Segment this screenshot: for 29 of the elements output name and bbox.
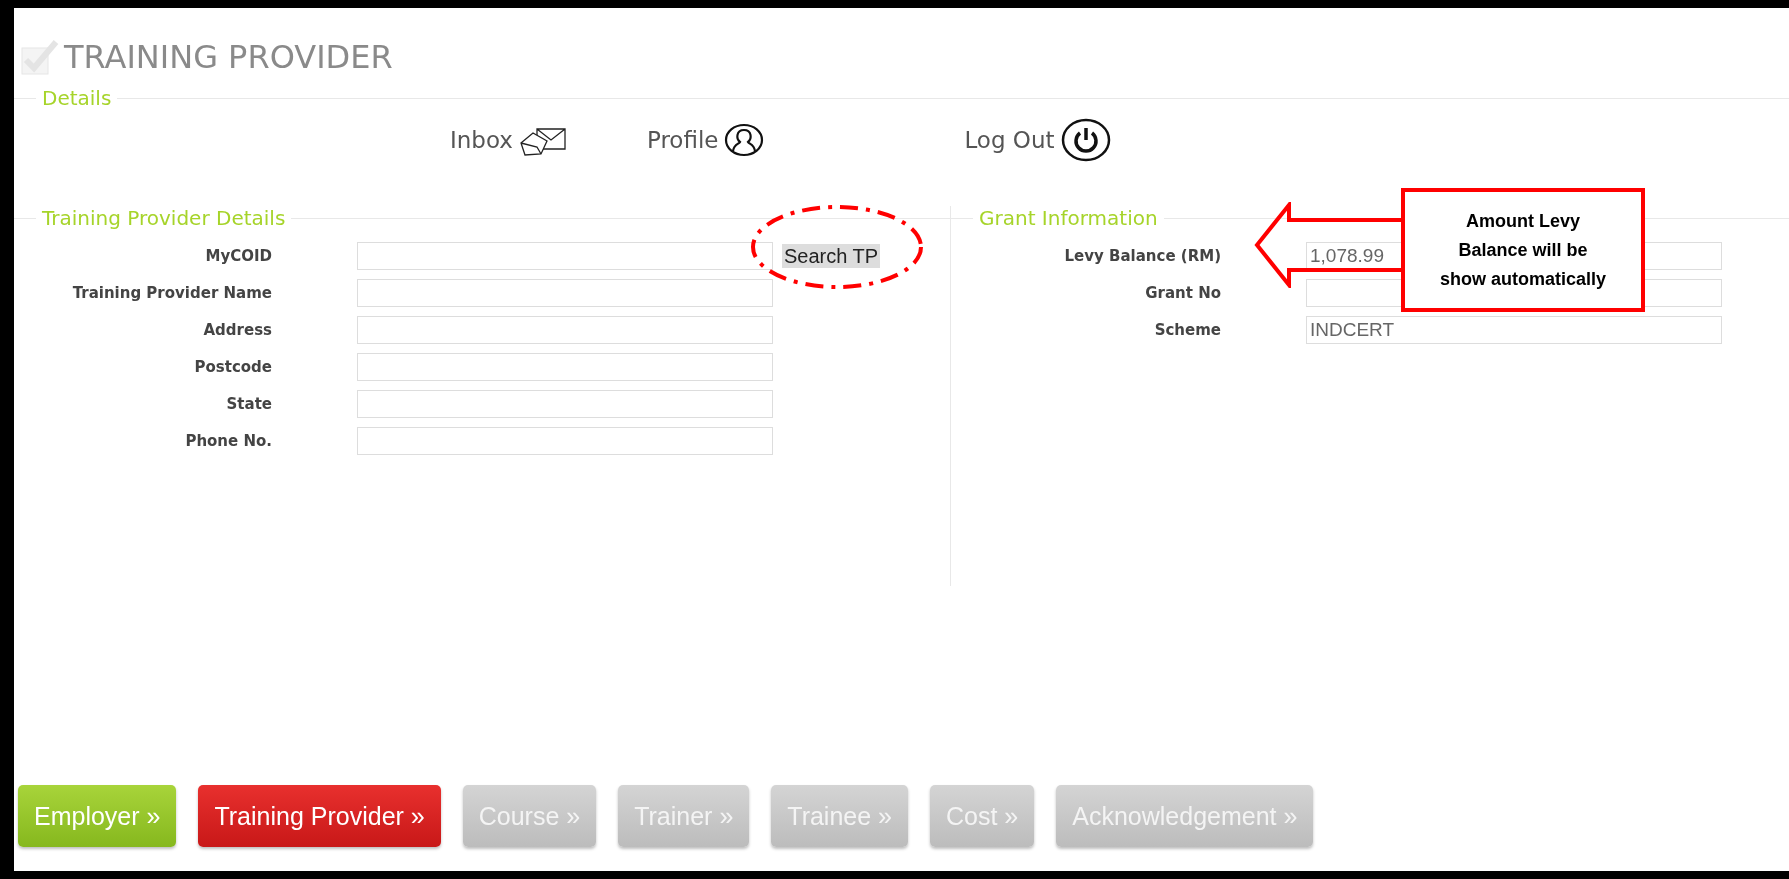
profile-link[interactable]: Profile <box>646 122 765 158</box>
section-legend: Details <box>36 86 118 110</box>
input-field[interactable] <box>357 316 773 344</box>
section-legend: Training Provider Details <box>36 206 292 230</box>
field-label: Postcode <box>193 358 273 376</box>
input-field[interactable] <box>357 390 773 418</box>
field-label: Grant No <box>1144 284 1222 302</box>
field-label: Phone No. <box>184 432 273 450</box>
user-icon <box>724 122 765 158</box>
checkmark-icon <box>20 38 60 76</box>
field-label: Training Provider Name <box>71 284 273 302</box>
field-label: MyCOID <box>204 247 273 265</box>
input-field[interactable]: INDCERT <box>1306 316 1722 344</box>
page-title: TRAINING PROVIDER <box>64 38 393 76</box>
field-label: State <box>225 395 273 413</box>
inbox-link[interactable]: Inbox <box>450 123 567 157</box>
logout-link[interactable]: Log Out <box>964 118 1111 162</box>
field-label: Levy Balance (RM) <box>1063 247 1222 265</box>
power-icon <box>1060 118 1111 162</box>
search-button[interactable]: Search TP <box>782 244 881 268</box>
input-field[interactable] <box>357 242 773 270</box>
section-legend: Grant Information <box>973 206 1164 230</box>
field-label: Scheme <box>1153 321 1222 339</box>
step-button[interactable]: Training Provider » <box>198 785 441 847</box>
field-label: Address <box>202 321 273 339</box>
input-field[interactable] <box>357 427 773 455</box>
input-field[interactable] <box>357 279 773 307</box>
annotation-tooltip: Amount Levy Balance will be show automatically <box>1401 188 1645 312</box>
input-field[interactable] <box>357 353 773 381</box>
